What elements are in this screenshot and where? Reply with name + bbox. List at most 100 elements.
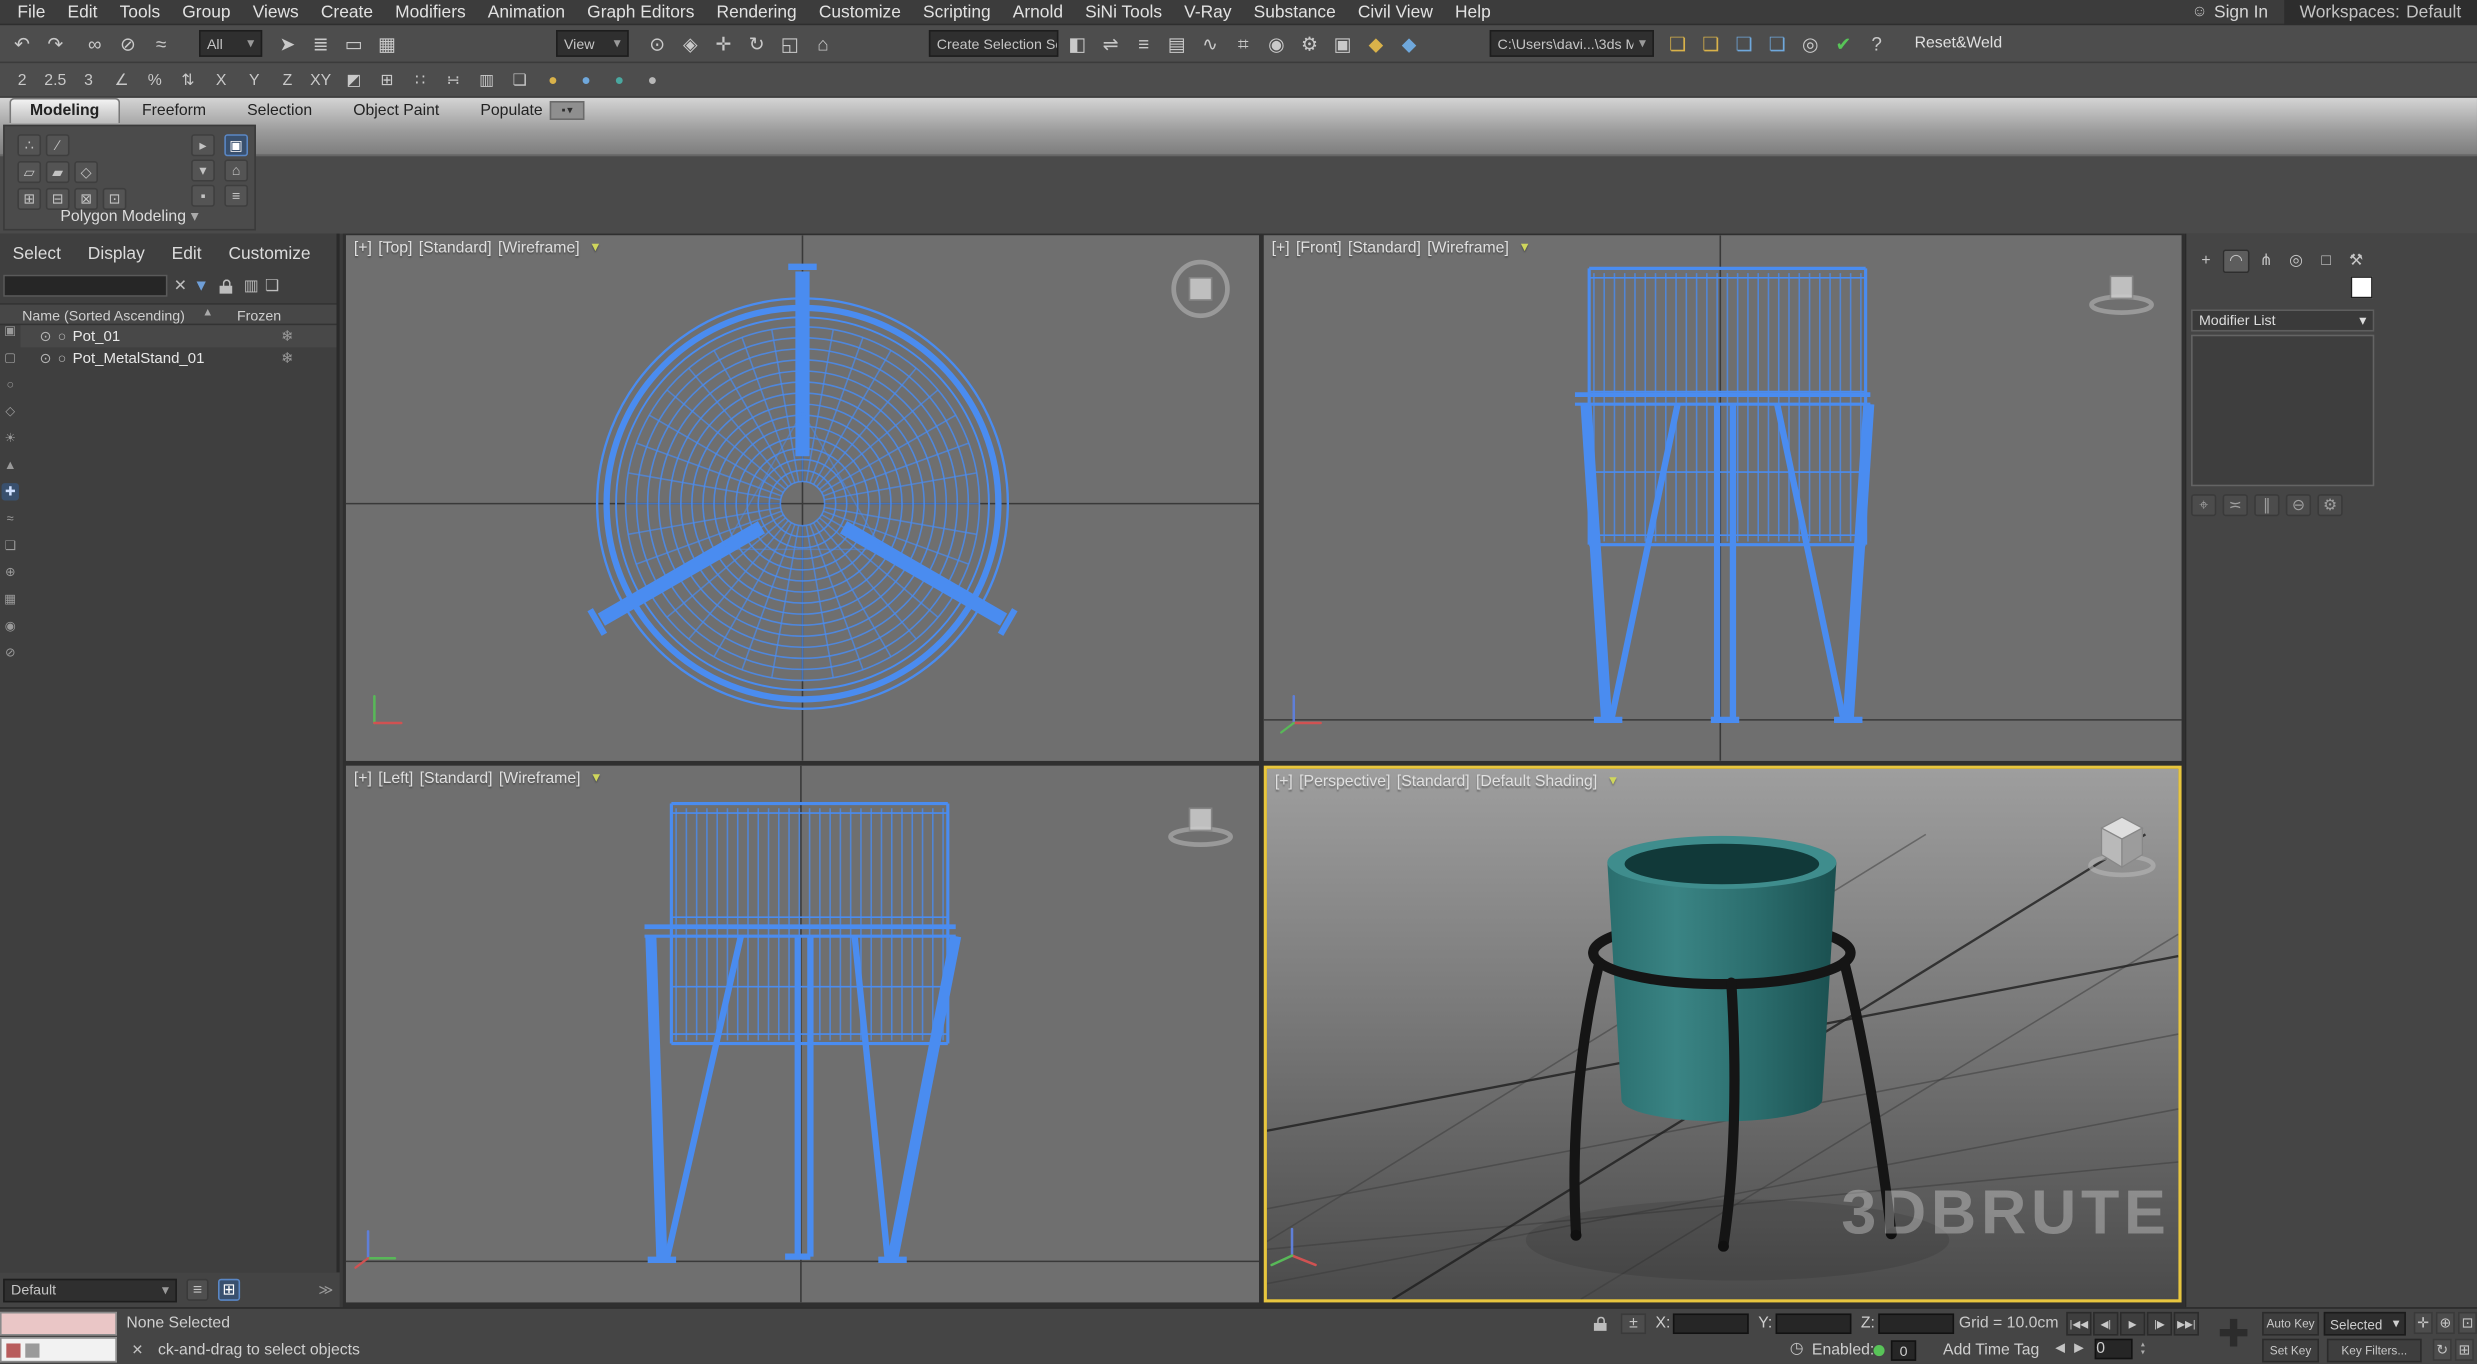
modifier-stack[interactable]	[2191, 335, 2374, 487]
eye-icon[interactable]: ⊙	[39, 328, 51, 345]
viewcube[interactable]	[1174, 262, 1228, 316]
material-editor-icon[interactable]: ◉	[1261, 28, 1293, 60]
front-viewport-canvas[interactable]	[1264, 235, 2182, 761]
column-chooser-icon[interactable]: ▥	[244, 277, 259, 294]
eye-icon[interactable]: ⊙	[39, 350, 51, 367]
detach-icon[interactable]: ⊡	[103, 188, 127, 210]
go-to-end-button[interactable]: ▶▶|	[2174, 1312, 2199, 1336]
grow-selection-icon[interactable]: ▸	[191, 134, 215, 156]
sign-in-button[interactable]: ☺ Sign In	[2176, 2, 2284, 21]
menubar-item[interactable]: Civil View	[1347, 2, 1444, 21]
menubar-item[interactable]: Modifiers	[384, 2, 477, 21]
display-geometry-icon[interactable]: ○	[2, 376, 19, 393]
spacing-tool-icon[interactable]: ∺	[438, 65, 470, 97]
edit-poly-mode-icon[interactable]: ▣	[224, 134, 248, 156]
viewport-filter-icon[interactable]: ▼	[1518, 240, 1531, 257]
percent-snap-icon[interactable]: %	[139, 65, 171, 97]
show-end-result-icon[interactable]: ≍	[2223, 494, 2248, 516]
viewcube[interactable]	[2091, 817, 2154, 875]
auto-key-button[interactable]: Auto Key	[2262, 1312, 2319, 1336]
menubar-item[interactable]: Tools	[109, 2, 172, 21]
display-all-icon[interactable]: ▣	[2, 322, 19, 339]
select-by-name-icon[interactable]: ≣	[305, 28, 337, 60]
list-item[interactable]: ⊙ ○ Pot_MetalStand_01 ❄	[21, 347, 337, 369]
viewport-menu-general[interactable]: [+]	[1275, 774, 1293, 791]
align-icon[interactable]: ⇌	[1095, 28, 1127, 60]
reset-weld-button[interactable]: Reset&Weld	[1915, 35, 2003, 52]
x-coordinate-field[interactable]	[1673, 1313, 1749, 1334]
object-name[interactable]: Pot_01	[73, 328, 121, 345]
viewport-top[interactable]: [+] [Top] [Standard] [Wireframe] ▼	[346, 235, 1259, 761]
frozen-toggle-icon[interactable]: ❄	[281, 328, 294, 345]
restrict-y-icon[interactable]: Y	[239, 65, 271, 97]
enabled-value-field[interactable]: 0	[1891, 1340, 1916, 1361]
menubar-item[interactable]: Scripting	[912, 2, 1002, 21]
edge-mode-icon[interactable]: ∕	[46, 134, 70, 156]
viewport-menu-pov[interactable]: [Top]	[378, 240, 412, 257]
motion-tab[interactable]: ◎	[2283, 249, 2310, 273]
tab-populate[interactable]: Populate	[461, 99, 561, 123]
spinner-down-icon[interactable]: ▾	[2141, 1349, 2145, 1357]
snap-2d-icon[interactable]: 2	[6, 65, 38, 97]
select-and-move-icon[interactable]: ✛	[708, 28, 740, 60]
previous-key-button[interactable]: ◀	[2055, 1340, 2065, 1354]
render-setup-icon[interactable]: ⚙	[1294, 28, 1326, 60]
select-and-scale-icon[interactable]: ◱	[774, 28, 806, 60]
restrict-plane-icon[interactable]: XY	[305, 65, 337, 97]
menubar-item[interactable]: Group	[171, 2, 241, 21]
search-input[interactable]	[3, 275, 167, 297]
use-pivot-center-icon[interactable]: ⊙	[641, 28, 673, 60]
display-hidden-icon[interactable]: ⊘	[2, 644, 19, 661]
viewcube[interactable]	[2092, 276, 2152, 312]
border-mode-icon[interactable]: ▱	[17, 161, 41, 183]
modifier-list-dropdown[interactable]: Modifier List ▾	[2191, 309, 2374, 331]
material-d-icon[interactable]: ●	[637, 65, 669, 97]
top-viewport-canvas[interactable]	[346, 235, 1259, 761]
pin-stack-icon[interactable]: ⌖	[2191, 494, 2216, 516]
display-helpers-icon[interactable]: ✚	[2, 483, 19, 500]
spinner-snap-icon[interactable]: ⇅	[172, 65, 204, 97]
play-button[interactable]: ▶	[2120, 1312, 2145, 1336]
scene-layer-c-icon[interactable]: ❏	[1728, 28, 1760, 60]
unlink-selection-icon[interactable]: ⊘	[112, 28, 144, 60]
name-column-header[interactable]: Name (Sorted Ascending)	[22, 308, 185, 324]
frozen-toggle-icon[interactable]: ❄	[281, 350, 294, 367]
display-lights-icon[interactable]: ☀	[2, 429, 19, 446]
display-none-icon[interactable]: ▢	[2, 349, 19, 366]
array-icon[interactable]: ∷	[404, 65, 436, 97]
chevrons-icon[interactable]: ≫	[318, 1281, 333, 1298]
make-unique-icon[interactable]: ∥	[2254, 494, 2279, 516]
viewport-menu-general[interactable]: [+]	[354, 240, 372, 257]
zoom-icon[interactable]: ⊕	[2436, 1312, 2455, 1334]
select-and-rotate-icon[interactable]: ↻	[741, 28, 773, 60]
maximize-viewport-icon[interactable]: ⊞	[2455, 1339, 2474, 1361]
viewport-menu-pov[interactable]: [Left]	[378, 770, 413, 787]
left-viewport-canvas[interactable]	[346, 766, 1259, 1303]
frame-spinner[interactable]: ▴ ▾	[2136, 1337, 2150, 1361]
list-item[interactable]: ⊙ ○ Pot_01 ❄	[21, 325, 337, 347]
snapshot-icon[interactable]: ▥	[471, 65, 503, 97]
viewport-menu-shading[interactable]: [Default Shading]	[1476, 774, 1597, 791]
maxscript-mini-listener-macro[interactable]	[0, 1312, 117, 1336]
ribbon-config-dropdown[interactable]: ▪ ▾	[550, 101, 585, 120]
selection-lock-icon[interactable]	[1589, 1312, 1611, 1334]
material-c-icon[interactable]: ●	[603, 65, 635, 97]
clone-align-icon[interactable]: ❏	[504, 65, 536, 97]
selection-filter-dropdown[interactable]: All ▾	[199, 30, 262, 57]
display-materials-icon[interactable]: ◉	[2, 617, 19, 634]
options-icon[interactable]: ≡	[224, 185, 248, 207]
redo-icon[interactable]: ↷	[39, 28, 71, 60]
display-shapes-icon[interactable]: ◇	[2, 403, 19, 420]
viewport-front[interactable]: [+] [Front] [Standard] [Wireframe] ▼	[1264, 235, 2182, 761]
frozen-column-header[interactable]: Frozen	[237, 308, 281, 324]
clock-icon[interactable]: ◷	[1790, 1340, 1804, 1357]
undo-icon[interactable]: ↶	[6, 28, 38, 60]
curve-editor-icon[interactable]: ∿	[1194, 28, 1226, 60]
create-tab[interactable]: +	[2193, 249, 2220, 273]
lock-icon[interactable]	[215, 275, 237, 297]
loop-selection-icon[interactable]: ▪	[191, 185, 215, 207]
new-explorer-icon[interactable]: ❏	[265, 277, 279, 294]
object-name[interactable]: Pot_MetalStand_01	[73, 350, 205, 367]
list-view-icon[interactable]: ≡	[186, 1279, 208, 1301]
named-selection-sets-dropdown[interactable]: Create Selection Set ▾	[929, 30, 1059, 57]
